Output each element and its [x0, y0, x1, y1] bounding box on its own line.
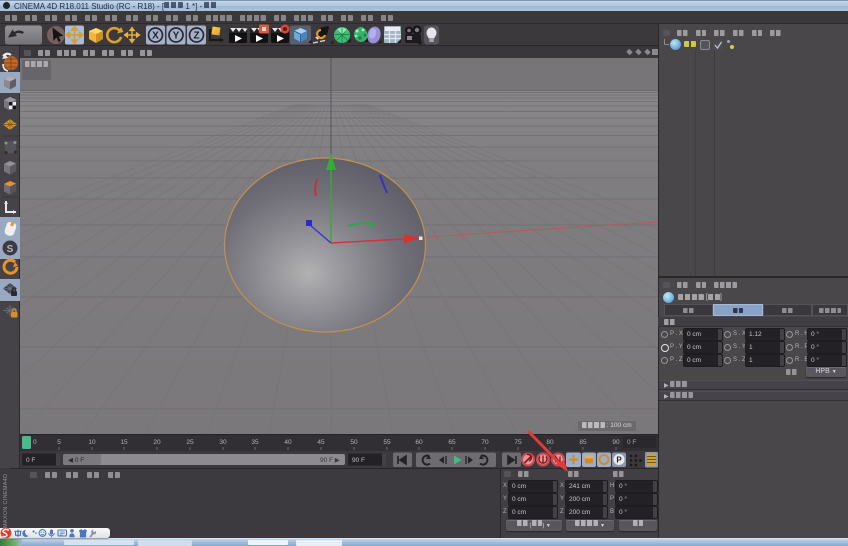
svg-text:0 F: 0 F [627, 439, 636, 446]
svg-text:70: 70 [481, 439, 489, 446]
svg-text:0 F: 0 F [26, 457, 35, 464]
svg-text:5: 5 [57, 439, 61, 446]
svg-text:30: 30 [219, 439, 227, 446]
svg-text:60: 60 [415, 439, 423, 446]
svg-text:65: 65 [448, 439, 456, 446]
svg-text:S: S [7, 244, 14, 255]
svg-text:45: 45 [317, 439, 325, 446]
svg-text:15: 15 [120, 439, 128, 446]
svg-text:90 F: 90 F [352, 457, 365, 464]
svg-text:10: 10 [88, 439, 96, 446]
svg-text:50: 50 [350, 439, 358, 446]
svg-text:Y: Y [173, 30, 180, 41]
svg-text:P: P [616, 456, 622, 465]
svg-text:90: 90 [612, 439, 620, 446]
svg-text:Z: Z [193, 30, 199, 41]
svg-text:20: 20 [153, 439, 161, 446]
svg-text:25: 25 [186, 439, 194, 446]
svg-text:0: 0 [33, 439, 37, 446]
svg-text:◀ 0 F: ◀ 0 F [68, 457, 84, 464]
svg-text:55: 55 [383, 439, 391, 446]
svg-text:35: 35 [251, 439, 259, 446]
svg-text:90 F ▶: 90 F ▶ [320, 457, 341, 464]
svg-text:X: X [152, 30, 159, 41]
svg-text:40: 40 [284, 439, 292, 446]
